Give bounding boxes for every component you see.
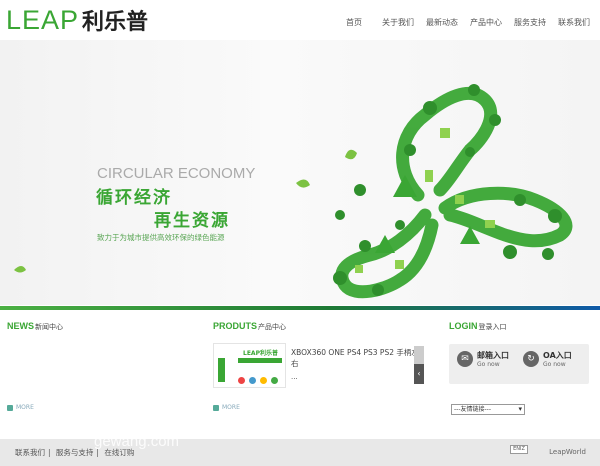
more-icon [7,404,13,411]
footer-brand: LeapWorld [549,448,586,456]
footer-link-contact[interactable]: 联系我们 [15,448,45,457]
mail-icon: ✉ [457,351,473,367]
nav-news[interactable]: 最新动态 [420,17,464,28]
site-logo[interactable]: LEAP 利乐普 [6,4,149,36]
products-heading[interactable]: PRODUTS产品中心 [213,321,286,332]
nav-service[interactable]: 服务支持 [508,17,552,28]
news-section: NEWS新闻中心 [7,321,63,332]
mail-login[interactable]: ✉ 邮箱入口 Go now [457,350,509,368]
recycling-illustration [14,84,573,299]
nav-contact[interactable]: 联系我们 [552,17,596,28]
login-section: LOGIN登录入口 [449,321,507,332]
product-card[interactable]: LEAP利乐普 XBOX360 ONE PS4 PS3 PS2 手柄左右 ... [213,343,425,388]
friend-links-select[interactable]: ---友情链接--- [451,404,525,415]
logo-en: LEAP [6,4,80,35]
refresh-icon: ↻ [523,351,539,367]
footer-badge: ENIZ [510,445,528,454]
site-footer: 联系我们 | 服务与支持 | 在线订购 ENIZ LeapWorld [0,439,600,466]
main-nav: 首页 关于我们 最新动态 产品中心 服务支持 联系我们 [332,17,596,28]
leaf-icon [345,149,357,160]
products-section: PRODUTS产品中心 [213,321,286,332]
hero-tagline: 致力于为城市提供高效环保的绿色能源 [97,233,225,242]
nav-products[interactable]: 产品中心 [464,17,508,28]
site-header: LEAP 利乐普 首页 关于我们 最新动态 产品中心 服务支持 联系我们 [0,0,600,40]
oa-login[interactable]: ↻ OA入口 Go now [523,350,572,368]
login-box: ✉ 邮箱入口 Go now ↻ OA入口 Go now [449,344,589,384]
hero-en-title: CIRCULAR ECONOMY [97,165,256,182]
hero-banner: CIRCULAR ECONOMY 循环经济 再生资源 致力于为城市提供高效环保的… [0,40,600,305]
leaf-icon [14,266,26,273]
products-more-link[interactable]: MORE [213,404,240,411]
nav-home[interactable]: 首页 [332,17,376,28]
footer-link-service[interactable]: 服务与支持 [56,448,94,457]
product-thumbnail[interactable]: LEAP利乐普 [213,343,286,388]
login-heading: LOGIN登录入口 [449,321,507,331]
divider-bar [0,306,600,310]
news-heading[interactable]: NEWS新闻中心 [7,321,63,332]
logo-cn: 利乐普 [82,10,149,35]
product-name[interactable]: XBOX360 ONE PS4 PS3 PS2 手柄左右 ... [291,347,419,383]
scroll-up-button[interactable] [414,346,424,364]
news-more-link[interactable]: MORE [7,404,34,411]
scroll-down-button[interactable]: ‹ [414,364,424,384]
nav-about[interactable]: 关于我们 [376,17,420,28]
watermark: gewang.com [94,433,180,450]
leaf-icon [296,179,310,188]
hero-title-2: 再生资源 [154,211,230,231]
hero-title-1: 循环经济 [96,188,172,208]
more-icon [213,404,219,411]
